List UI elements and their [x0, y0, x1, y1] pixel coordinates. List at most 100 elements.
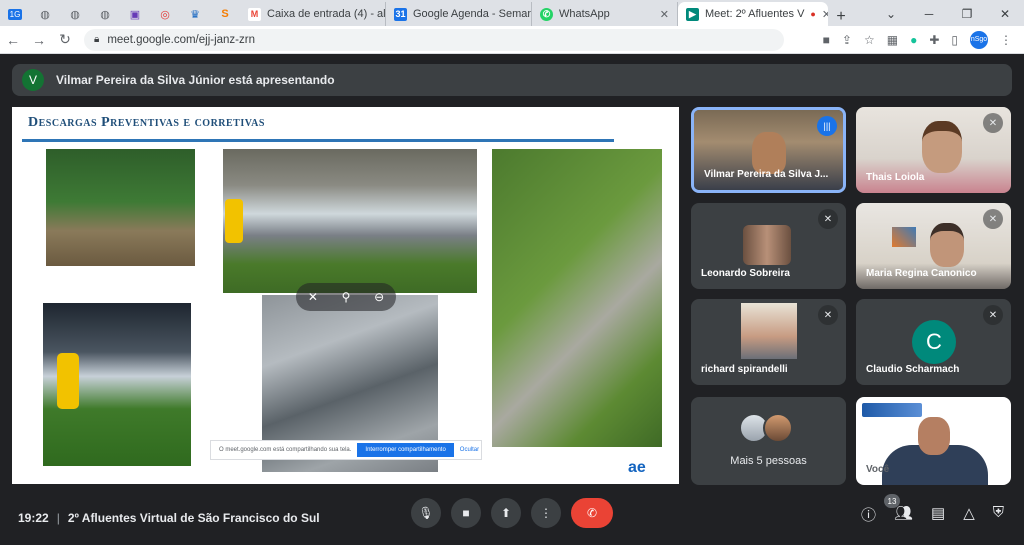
- mic-off-icon: ✕: [818, 305, 838, 325]
- puzzle-icon[interactable]: ✚: [929, 33, 939, 47]
- minimize-icon[interactable]: ─: [910, 7, 948, 21]
- new-tab-button[interactable]: +: [828, 8, 854, 26]
- shared-screen: Descargas Preventivas e corretivas ✕ ⚲ ⊖…: [12, 107, 679, 484]
- more-people-label: Mais 5 pessoas: [730, 455, 807, 467]
- pinned-tab-4[interactable]: ◍: [90, 2, 120, 26]
- mic-off-icon[interactable]: ✕: [308, 290, 318, 304]
- calendar-icon: 31: [394, 7, 407, 21]
- maximize-icon[interactable]: ❐: [948, 7, 986, 21]
- forms-icon: ▣: [129, 8, 141, 21]
- present-screen-icon: ⬆: [500, 506, 512, 520]
- meeting-info-icon[interactable]: ⓘ: [861, 504, 876, 525]
- pinned-tab-1[interactable]: 1G: [0, 2, 30, 26]
- globe-icon: ◍: [40, 8, 50, 21]
- mic-off-icon: ✕: [983, 209, 1003, 229]
- mic-off-icon: ✕: [983, 305, 1003, 325]
- pinned-tab-7[interactable]: ♛: [180, 2, 210, 26]
- grammarly-icon[interactable]: ●: [910, 33, 917, 47]
- microphone-button[interactable]: 🎙︎: [411, 498, 441, 528]
- participant-name: Leonardo Sobreira: [701, 268, 790, 279]
- wall-painting: [892, 227, 916, 247]
- url-text: meet.google.com/ejj-janz-zrn: [107, 33, 255, 46]
- tab-calendar[interactable]: 31 Google Agenda - Seman ✕: [386, 2, 532, 26]
- participant-photo: [741, 303, 797, 359]
- mic-icon: 🎙︎: [418, 506, 434, 520]
- tab-gmail[interactable]: M Caixa de entrada (4) - al ✕: [240, 2, 386, 26]
- close-window-icon[interactable]: ✕: [986, 7, 1024, 21]
- pinned-tab-5[interactable]: ▣: [120, 2, 150, 26]
- pinned-tab-3[interactable]: ◍: [60, 2, 90, 26]
- participant-photo: [743, 225, 791, 265]
- slide-title: Descargas Preventivas e corretivas: [28, 115, 265, 130]
- hydrant-shape: [225, 199, 243, 243]
- people-count-badge: 13: [884, 494, 900, 508]
- more-options-button[interactable]: ⋮: [531, 498, 561, 528]
- people-icon[interactable]: 👥︎: [894, 504, 913, 525]
- url-field[interactable]: 🔒︎ meet.google.com/ejj-janz-zrn: [84, 28, 784, 51]
- participant-tile-maria[interactable]: ✕ Maria Regina Canonico: [856, 203, 1011, 289]
- participant-face: [752, 132, 786, 174]
- pinned-tab-8[interactable]: S: [210, 2, 240, 26]
- stop-sharing-button[interactable]: Interromper compartilhamento: [357, 443, 454, 457]
- globe-icon: ◍: [70, 8, 80, 21]
- present-button[interactable]: ⬆: [491, 498, 521, 528]
- pinned-tab-2[interactable]: ◍: [30, 2, 60, 26]
- toolbar-icons: ■ ⇪ ☆ ▦ ● ✚ ▯ nSgo ⋮: [823, 30, 1024, 49]
- mic-off-icon: ✕: [983, 113, 1003, 133]
- pin-icon[interactable]: ⚲: [342, 290, 351, 304]
- share-icon[interactable]: ⇪: [842, 33, 852, 47]
- participant-name: Vilmar Pereira da Silva J...: [704, 169, 829, 180]
- tab-label: Google Agenda - Seman: [413, 8, 532, 20]
- photo-grass-drain: [492, 149, 662, 447]
- reload-icon[interactable]: ↻: [52, 31, 78, 48]
- leave-call-button[interactable]: ✆: [571, 498, 613, 528]
- call-controls: 🎙︎ ■ ⬆ ⋮ ✆: [411, 498, 613, 528]
- participant-tile-self[interactable]: Você: [856, 397, 1011, 485]
- participant-tile-claudio[interactable]: C ✕ Claudio Scharmach: [856, 299, 1011, 385]
- camera-button[interactable]: ■: [451, 498, 481, 528]
- camera-icon[interactable]: ■: [823, 33, 830, 47]
- minus-circle-icon[interactable]: ⊖: [374, 290, 384, 304]
- participant-tile-more[interactable]: Mais 5 pessoas: [691, 397, 846, 485]
- presentation-overlay-controls: ✕ ⚲ ⊖: [296, 283, 396, 311]
- sidebar-icon[interactable]: ▯: [951, 33, 958, 47]
- forward-icon[interactable]: →: [26, 32, 52, 48]
- back-icon[interactable]: ←: [0, 32, 26, 48]
- circle-logo-icon: ◎: [160, 8, 170, 21]
- pinned-tab-label: S: [221, 8, 229, 20]
- bookmark-star-icon[interactable]: ☆: [864, 33, 875, 47]
- participant-tile-vilmar[interactable]: ||| Vilmar Pereira da Silva J...: [691, 107, 846, 193]
- speaking-indicator-icon: |||: [817, 116, 837, 136]
- hide-notice-button[interactable]: Ocultar: [460, 447, 479, 453]
- slide-divider: [22, 139, 614, 142]
- participant-name: Maria Regina Canonico: [866, 268, 977, 279]
- mic-off-icon: ✕: [818, 209, 838, 229]
- tab-whatsapp[interactable]: ✆ WhatsApp ✕: [532, 2, 678, 26]
- tab-search-icon[interactable]: ⌄: [872, 7, 910, 21]
- tab-label: Caixa de entrada (4) - al: [267, 8, 386, 20]
- activities-icon[interactable]: △: [963, 504, 975, 525]
- close-icon[interactable]: ✕: [660, 8, 669, 21]
- side-controls: ⓘ 👥︎ ▤ △ ⛨: [861, 504, 1004, 525]
- participant-initial-avatar: C: [912, 320, 956, 364]
- participant-tile-leonardo[interactable]: ✕ Leonardo Sobreira: [691, 203, 846, 289]
- pinned-tab-6[interactable]: ◎: [150, 2, 180, 26]
- photo-digging: [46, 149, 195, 266]
- browser-tab-bar: 1G ◍ ◍ ◍ ▣ ◎ ♛ S M Caixa de entrada (4) …: [0, 0, 1024, 26]
- presenter-avatar: V: [22, 69, 44, 91]
- participant-tile-thais[interactable]: ✕ Thais Loiola: [856, 107, 1011, 193]
- extension-icon[interactable]: ▦: [887, 33, 898, 47]
- meeting-clock: 19:22: [18, 510, 49, 525]
- tab-meet[interactable]: ▶ Meet: 2º Afluentes V ● ✕: [678, 2, 828, 26]
- chat-icon[interactable]: ▤: [931, 504, 945, 525]
- participant-tile-richard[interactable]: ✕ richard spirandelli: [691, 299, 846, 385]
- participant-name: Thais Loiola: [866, 172, 925, 183]
- host-controls-icon[interactable]: ⛨: [993, 504, 1004, 525]
- menu-dots-icon[interactable]: ⋮: [1000, 33, 1012, 47]
- profile-avatar[interactable]: nSgo: [970, 30, 988, 49]
- gmail-icon: M: [248, 7, 261, 21]
- screen-share-notice: O meet.google.com está compartilhando su…: [210, 440, 482, 460]
- hydrant-shape: [57, 353, 79, 409]
- address-bar-row: ← → ↻ 🔒︎ meet.google.com/ejj-janz-zrn ■ …: [0, 26, 1024, 54]
- recording-icon: ●: [810, 9, 816, 19]
